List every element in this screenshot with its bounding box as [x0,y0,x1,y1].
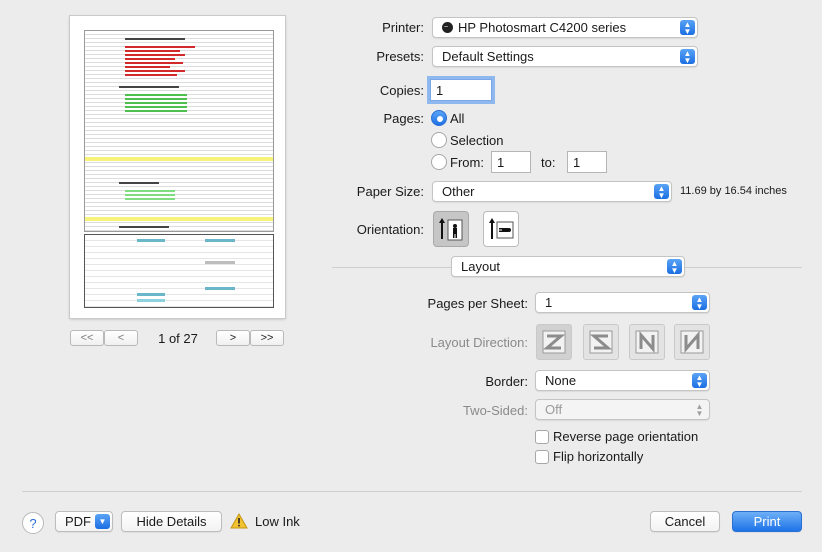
popup-arrows-icon: ▲ ▼ [667,259,682,274]
hide-details-button[interactable]: Hide Details [121,511,222,532]
footer-separator [22,491,802,492]
page-indicator: 1 of 27 [158,331,198,346]
preview-gantt-table [84,30,274,232]
layout-direction-rn-button[interactable] [674,324,710,360]
layout-direction-z-button[interactable] [536,324,572,360]
pages-all-radio[interactable] [431,110,447,126]
pages-to-field[interactable]: 1 [567,151,607,173]
layout-direction-label: Layout Direction: [430,335,528,350]
flip-horizontally-checkbox[interactable] [535,450,549,464]
popup-arrows-icon: ▲ ▼ [692,295,707,310]
printer-label: Printer: [382,20,424,35]
pages-per-sheet-value: 1 [545,295,553,310]
copies-label: Copies: [379,83,424,98]
cancel-label: Cancel [664,514,706,529]
pages-selection-label: Selection [450,133,504,148]
paper-dimensions: 11.69 by 16.54 inches [680,185,787,197]
printer-status-icon: ~ [442,22,453,33]
direction-n-icon [635,330,659,354]
pages-all-label: All [450,111,465,126]
orientation-label: Orientation: [356,222,424,237]
pdf-label: PDF [65,514,91,529]
printer-popup[interactable]: ~ HP Photosmart C4200 series ▲ ▼ [432,17,698,38]
pages-from-radio[interactable] [431,154,447,170]
portrait-icon [439,218,463,241]
border-value: None [545,373,577,388]
section-popup[interactable]: Layout ▲ ▼ [451,256,685,277]
two-sided-popup[interactable]: Off ▲ ▼ [535,399,710,420]
last-page-label: >> [260,332,274,344]
paper-size-value: Other [442,184,475,199]
pages-per-sheet-label: Pages per Sheet: [427,296,528,311]
popup-arrows-icon: ▲ ▼ [680,49,695,64]
presets-popup[interactable]: Default Settings ▲ ▼ [432,46,698,67]
dropdown-arrow-icon: ▼ [95,514,110,529]
direction-z-icon [542,330,566,354]
previous-page-label: < [117,332,125,344]
help-label: ? [29,515,37,531]
layout-direction-s-button[interactable] [583,324,619,360]
print-preview [70,16,285,318]
section-value: Layout [461,259,501,274]
popup-arrows-icon: ▲ ▼ [680,20,695,35]
previous-page-button[interactable]: < [104,330,138,346]
pdf-menu-button[interactable]: PDF ▼ [55,511,113,532]
presets-label: Presets: [376,49,424,64]
flip-horizontally-label: Flip horizontally [553,449,644,464]
pages-label: Pages: [383,111,424,126]
popup-arrows-icon: ▲ ▼ [695,401,704,418]
pages-from-label: From: [450,155,484,170]
copies-field[interactable]: 1 [430,79,492,101]
paper-size-label: Paper Size: [356,184,424,199]
first-page-button[interactable]: << [70,330,104,346]
pages-selection-radio[interactable] [431,132,447,148]
landscape-icon [489,218,514,239]
direction-reverse-n-icon [680,330,704,354]
pages-per-sheet-popup[interactable]: 1 ▲ ▼ [535,292,710,313]
help-button[interactable]: ? [22,512,44,534]
popup-arrows-icon: ▲ ▼ [654,184,669,199]
two-sided-value: Off [545,402,563,417]
next-page-label: > [229,332,237,344]
portrait-button[interactable] [433,211,469,247]
preview-legend [84,234,274,308]
landscape-button[interactable] [483,211,519,247]
printer-value: HP Photosmart C4200 series [458,20,627,35]
border-popup[interactable]: None ▲ ▼ [535,370,710,391]
print-label: Print [753,514,781,529]
reverse-orientation-label: Reverse page orientation [553,429,699,444]
low-ink-label: Low Ink [255,514,300,529]
presets-value: Default Settings [442,49,534,64]
warning-icon [230,512,248,529]
reverse-orientation-checkbox[interactable] [535,430,549,444]
popup-arrows-icon: ▲ ▼ [692,373,707,388]
layout-direction-n-button[interactable] [629,324,665,360]
last-page-button[interactable]: >> [250,330,284,346]
print-button[interactable]: Print [732,511,802,532]
paper-size-popup[interactable]: Other ▲ ▼ [432,181,672,202]
two-sided-label: Two-Sided: [462,403,528,418]
hide-details-label: Hide Details [136,514,207,529]
border-label: Border: [485,374,528,389]
pages-to-label: to: [541,155,556,170]
cancel-button[interactable]: Cancel [650,511,720,532]
direction-s-icon [589,330,613,354]
pages-from-field[interactable]: 1 [491,151,531,173]
next-page-button[interactable]: > [216,330,250,346]
first-page-label: << [80,332,94,344]
